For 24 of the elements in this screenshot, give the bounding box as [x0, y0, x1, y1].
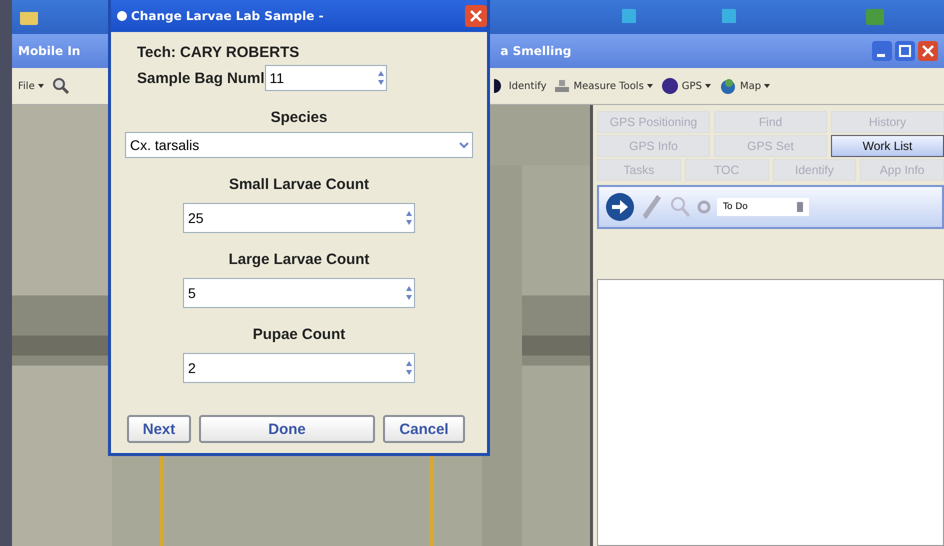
toolbar-menu[interactable]: Identify [508, 80, 546, 92]
tab[interactable]: Work List [831, 135, 944, 157]
field-label: Large Larvae Count [228, 251, 370, 268]
window-title: Mobile In [18, 44, 80, 58]
filter-dropdown[interactable]: To Do [717, 198, 809, 216]
input-field[interactable]: 5 [183, 278, 415, 308]
field-label: Pupae Count [252, 326, 346, 343]
dialog-button[interactable]: Done [199, 415, 375, 443]
species-dropdown[interactable]: Cx. tarsalis [125, 132, 473, 158]
tech-label: Tech: CARY ROBERTS [137, 44, 300, 61]
dialog-button[interactable]: Cancel [383, 415, 465, 443]
field-label: Small Larvae Count [228, 176, 370, 193]
toolbar-menu[interactable]: Map [740, 80, 762, 92]
input-field[interactable]: 11 [264, 65, 387, 91]
input-field[interactable]: 25 [183, 203, 415, 233]
field-label: Species [270, 109, 328, 126]
window-title: a Smelling [500, 44, 572, 58]
field-label: Sample Bag Numl [137, 70, 265, 86]
toolbar-menu[interactable]: GPS [682, 80, 702, 92]
dialog-title: Change Larvae Lab Sample - [131, 9, 324, 23]
input-field[interactable]: 2 [183, 353, 415, 383]
toolbar-menu[interactable]: Measure Tools [573, 80, 644, 92]
toolbar-menu[interactable]: File [18, 80, 35, 92]
dialog-button[interactable]: Next [127, 415, 191, 443]
